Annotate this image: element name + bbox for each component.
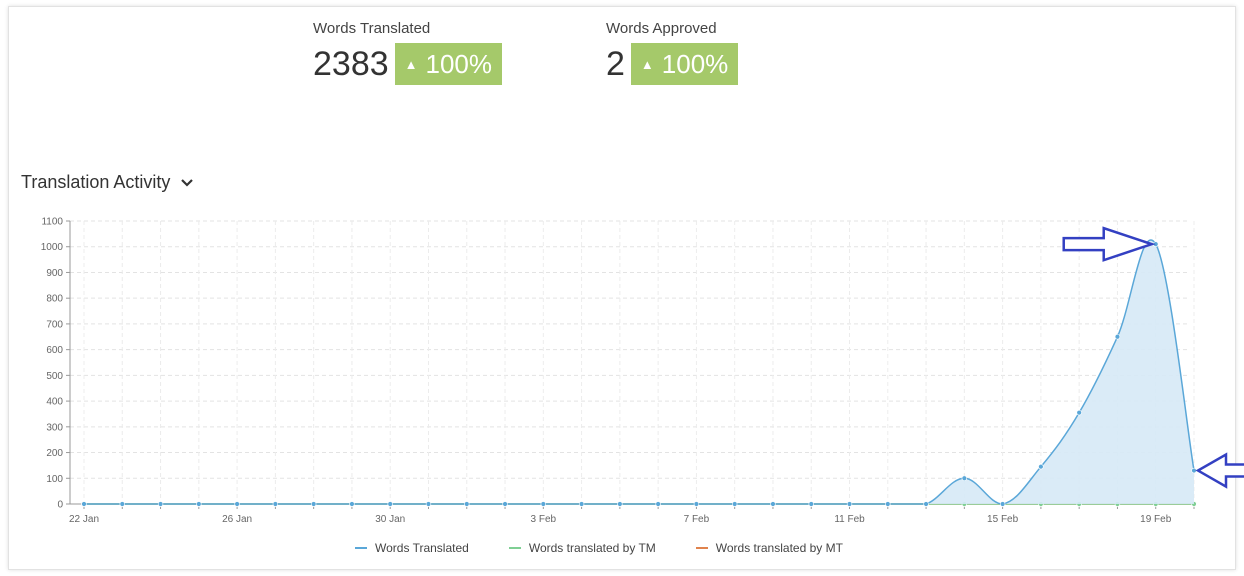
y-tick-label: 100: [46, 474, 63, 485]
translation-activity-chart: 0 100 200 300 400 500 600 700 800 900 1000 1100 22 J…: [41, 217, 1244, 525]
x-tick-label: 7 Feb: [684, 514, 710, 525]
data-point: [846, 501, 853, 507]
data-point: [234, 501, 240, 507]
y-tick-label: 400: [46, 397, 63, 408]
data-point: [1114, 334, 1121, 340]
data-point: [540, 501, 547, 507]
data-point: [81, 501, 87, 507]
y-tick-label: 1000: [41, 242, 64, 253]
data-point: [770, 501, 776, 507]
data-point: [885, 501, 891, 507]
x-tick-label: 30 Jan: [375, 514, 405, 525]
legend-swatch: [355, 547, 367, 549]
data-point: [655, 501, 661, 507]
series-line: [84, 239, 1195, 505]
data-point: [731, 501, 738, 507]
y-tick-label: 200: [46, 448, 63, 459]
x-tick-label: 15 Feb: [987, 514, 1019, 525]
y-tick-label: 300: [46, 422, 63, 433]
data-point: [464, 501, 470, 507]
series-area: [84, 239, 1194, 504]
y-tick-label: 0: [57, 500, 63, 511]
data-point: [1076, 409, 1082, 416]
data-point: [310, 501, 317, 507]
data-point: [272, 501, 279, 507]
data-point: [578, 501, 585, 507]
y-tick-label: 1100: [41, 217, 63, 228]
x-tick-label: 26 Jan: [222, 514, 252, 525]
x-tick-label: 19 Feb: [1140, 514, 1172, 525]
data-point: [961, 475, 968, 481]
arrow-right-icon: [1062, 226, 1156, 262]
data-point: [808, 501, 814, 507]
data-point: [425, 501, 432, 507]
legend-label: Words translated by MT: [715, 541, 843, 555]
legend-swatch: [695, 547, 708, 549]
data-point: [1038, 463, 1044, 470]
data-point: [119, 501, 125, 507]
arrow-left-icon: [1195, 452, 1244, 489]
legend-swatch: [508, 547, 521, 549]
data-point: [196, 501, 202, 507]
data-point: [617, 501, 623, 507]
legend-item-words-translated[interactable]: Words Translated: [355, 541, 469, 555]
data-point: [999, 501, 1006, 507]
y-tick-label: 700: [46, 319, 63, 330]
x-tick-label: 11 Feb: [834, 514, 865, 525]
x-tick-label: 22 Jan: [69, 514, 99, 525]
data-point: [923, 501, 929, 507]
chart-legend: Words Translated Words translated by TM …: [355, 541, 883, 555]
data-point: [157, 501, 164, 507]
x-tick-label: 3 Feb: [531, 514, 557, 525]
y-tick-label: 500: [46, 371, 63, 382]
data-point: [693, 501, 700, 507]
data-point: [387, 501, 393, 507]
legend-item-words-mt[interactable]: Words translated by MT: [695, 541, 843, 555]
data-point: [349, 501, 355, 507]
legend-item-words-tm[interactable]: Words translated by TM: [508, 541, 656, 555]
y-tick-label: 900: [46, 268, 63, 279]
legend-label: Words Translated: [375, 541, 469, 555]
y-tick-label: 800: [46, 294, 63, 305]
data-point: [502, 501, 508, 507]
y-tick-label: 600: [46, 345, 63, 356]
legend-label: Words translated by TM: [528, 541, 656, 555]
